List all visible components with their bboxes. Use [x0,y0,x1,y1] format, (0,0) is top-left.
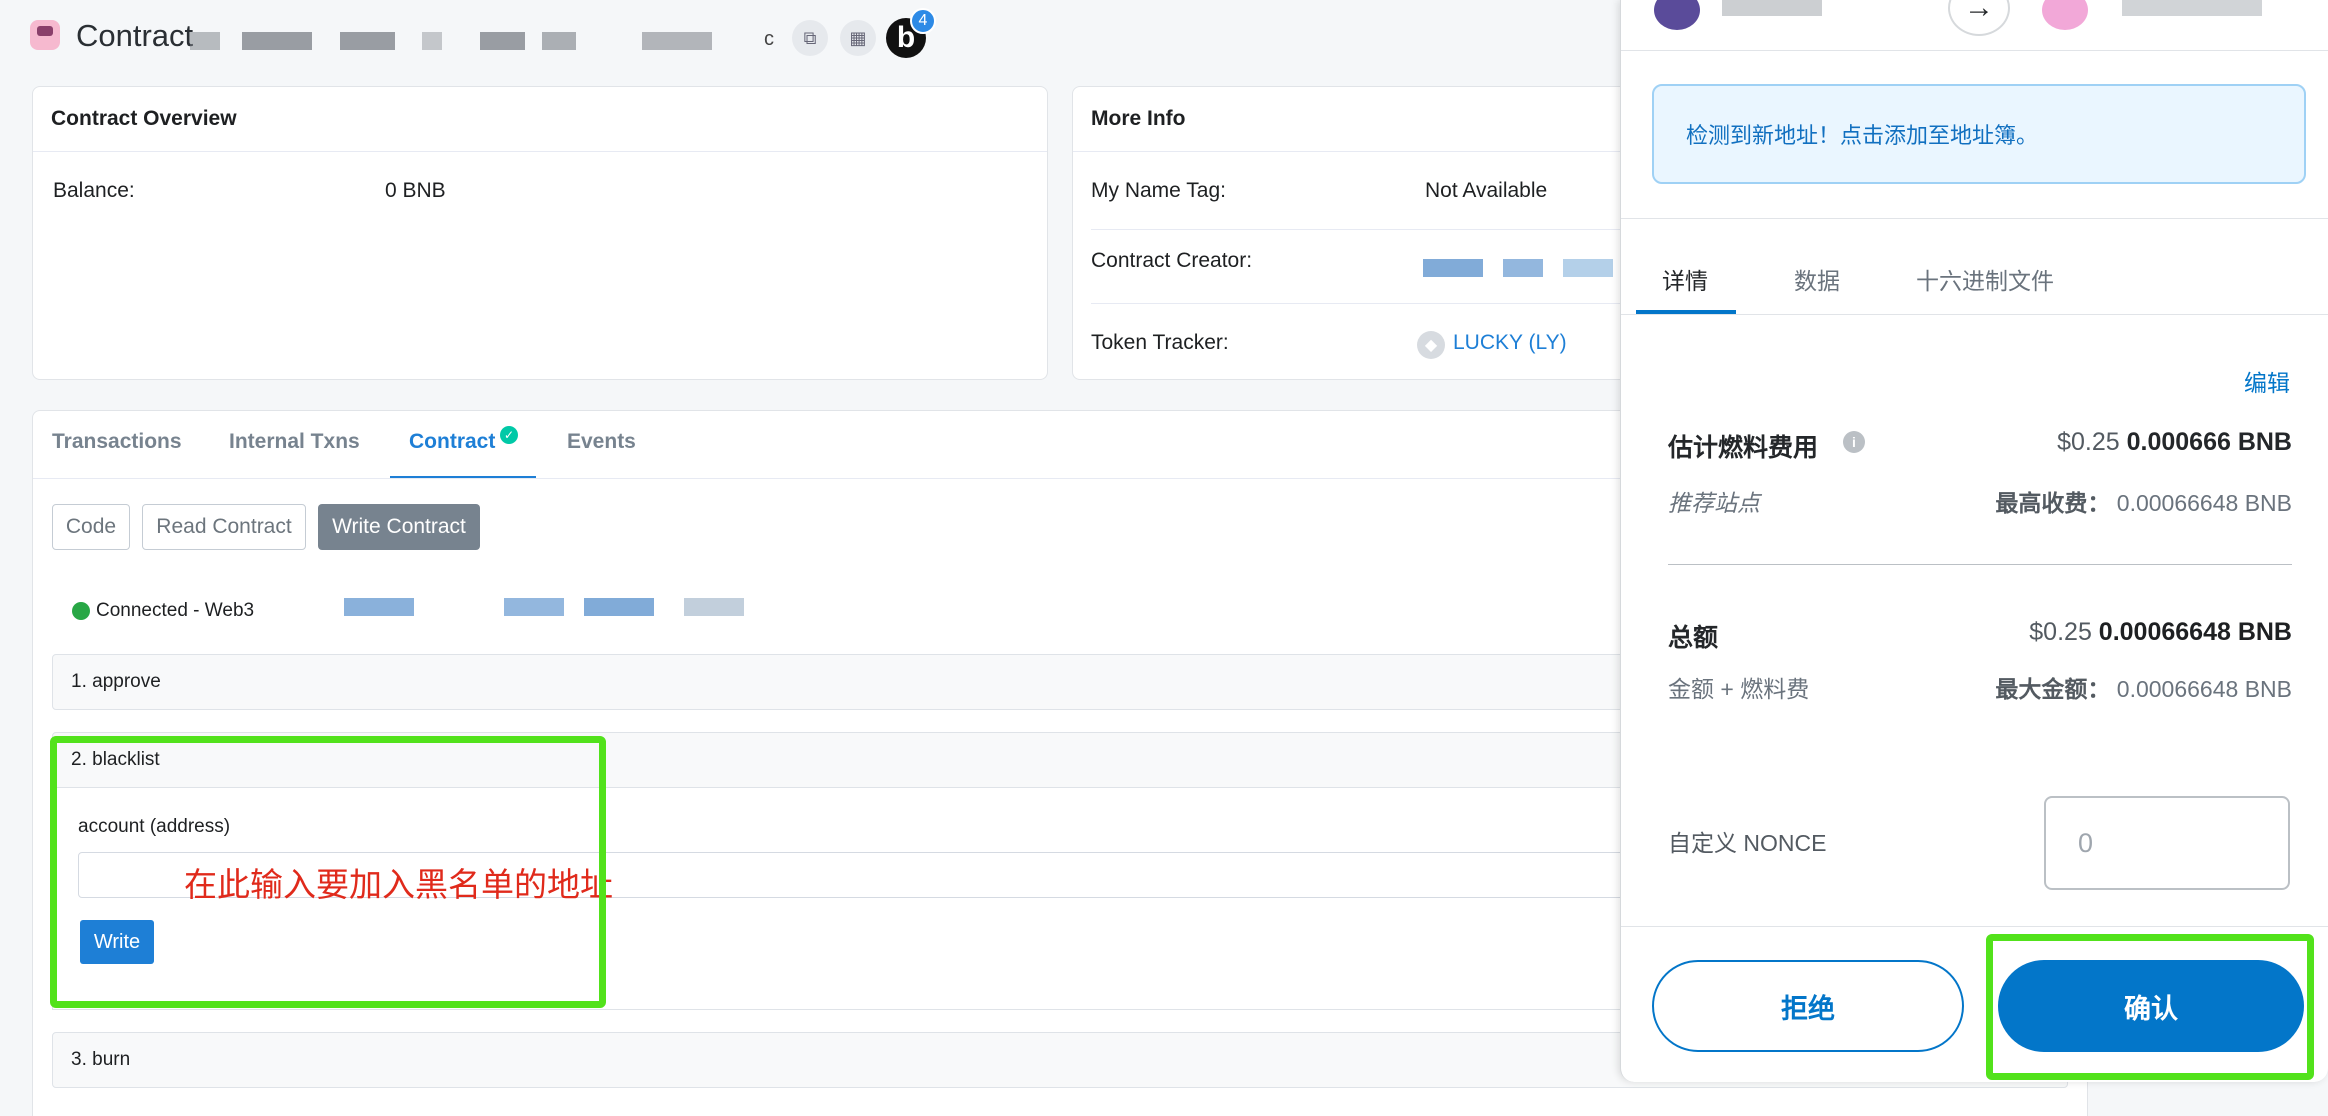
verified-check-icon: ✓ [500,426,518,444]
highlight-confirm-box [1986,934,2314,1080]
gas-fee-usd: $0.25 [2057,428,2120,456]
connected-status-icon [72,602,90,620]
contract-creator-label: Contract Creator: [1091,249,1253,272]
read-contract-button[interactable]: Read Contract [142,504,306,550]
max-amount-value: 0.00066648 BNB [2116,676,2292,702]
reject-button[interactable]: 拒绝 [1652,960,1964,1052]
max-amount: 最大金额： 0.00066648 BNB [1995,670,2292,704]
gas-fee-amount: $0.25 0.000666 BNB [2057,428,2292,457]
contract-overview-card: Contract Overview Balance: 0 BNB [32,86,1048,380]
edit-link[interactable]: 编辑 [2244,364,2290,398]
total-sub-label: 金额 + 燃料费 [1668,676,1810,702]
max-amount-label: 最大金额： [1995,676,2111,702]
tab-events[interactable]: Events [567,430,636,454]
tab-internal-txns[interactable]: Internal Txns [229,430,360,454]
more-info-card: More Info My Name Tag: Not Available Con… [1072,86,1672,380]
total-bnb: 0.00066648 BNB [2098,618,2292,646]
total-amount: $0.25 0.00066648 BNB [2029,618,2292,647]
gas-fee-bnb: 0.000666 BNB [2126,428,2292,456]
wallet-tab-data[interactable]: 数据 [1794,262,1840,296]
balance-label: Balance: [53,179,135,202]
nonce-label: 自定义 NONCE [1668,830,1827,856]
highlight-blacklist-box [50,736,606,1008]
tab-contract[interactable]: Contract [409,430,495,454]
wallet-tab-details[interactable]: 详情 [1662,262,1708,296]
from-account-name-blurred [1722,0,1822,16]
tab-transactions[interactable]: Transactions [52,430,182,454]
write-contract-button[interactable]: Write Contract [318,504,480,550]
new-address-notice[interactable]: 检测到新地址！点击添加至地址簿。 [1652,84,2306,184]
max-fee-value: 0.00066648 BNB [2116,490,2292,516]
token-tracker-icon: ◆ [1417,331,1445,359]
name-tag-value: Not Available [1425,179,1548,202]
max-fee-label: 最高收费： [1995,490,2111,516]
connected-status-text: Connected - Web3 [96,600,255,621]
more-info-heading: More Info [1073,87,1671,152]
contract-logo-icon [30,20,60,50]
total-usd: $0.25 [2029,618,2092,646]
qr-code-icon[interactable]: ▦ [840,20,876,56]
creator-address-blurred[interactable] [1423,259,1623,279]
contract-address-blurred[interactable]: c [190,28,774,56]
wallet-tab-hex[interactable]: 十六进制文件 [1916,262,2054,296]
notification-badge: 4 [910,8,936,34]
code-button[interactable]: Code [52,504,130,550]
to-account-name-blurred [2122,0,2262,16]
total-label: 总额 [1668,624,1719,652]
overview-heading: Contract Overview [33,87,1047,152]
copy-icon[interactable]: ⧉ [792,20,828,56]
info-icon[interactable]: i [1843,431,1865,453]
token-tracker-link[interactable]: LUCKY (LY) [1453,331,1567,355]
balance-value: 0 BNB [385,179,446,202]
page-title: Contract [76,18,194,53]
gas-site-label: 推荐站点 [1668,490,1760,516]
nonce-input[interactable]: 0 [2044,796,2290,890]
token-tracker-label: Token Tracker: [1091,331,1229,354]
address-tail: c [764,28,774,50]
connected-address-blurred [264,598,744,618]
max-fee: 最高收费： 0.00066648 BNB [1995,484,2292,518]
name-tag-label: My Name Tag: [1091,179,1226,202]
gas-fee-label: 估计燃料费用 [1668,434,1819,462]
